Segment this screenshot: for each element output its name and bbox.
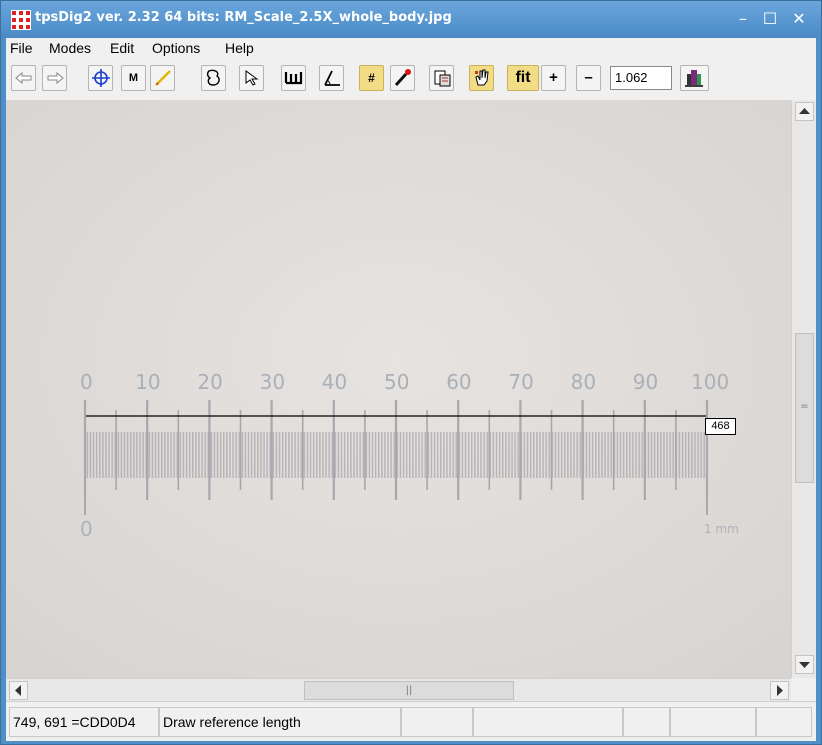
app-window: tpsDig2 ver. 2.32 64 bits: RM_Scale_2.5X… (0, 0, 822, 745)
draw-line-button[interactable] (150, 65, 175, 91)
zoom-input[interactable]: 1.062 (610, 66, 672, 90)
status-coords: 749, 691 =CDD0D4 (9, 707, 159, 737)
image-canvas[interactable]: 0 10 20 30 40 50 60 70 80 90 100 0 1 mm 468 (6, 100, 791, 678)
hand-icon (475, 69, 489, 86)
status-panel-6 (670, 707, 756, 737)
toolbar: M # fit + – 1.062 (6, 60, 816, 98)
ruler-top-label: 100 (691, 370, 729, 394)
select-button[interactable] (239, 65, 264, 91)
exit-door-icon (685, 70, 703, 87)
menu-bar: File Modes Edit Options Help (6, 38, 816, 60)
ruler-top-label: 10 (135, 370, 160, 394)
exit-button[interactable] (680, 65, 709, 91)
angle-button[interactable] (319, 65, 344, 91)
grid-button[interactable]: # (359, 65, 384, 91)
menu-help[interactable]: Help (225, 40, 254, 56)
scroll-right-button[interactable] (770, 681, 789, 700)
ruler-top-label: 20 (197, 370, 222, 394)
ruler-top-label: 90 (633, 370, 658, 394)
status-panel-5 (623, 707, 670, 737)
horizontal-scrollbar[interactable]: || (6, 678, 791, 701)
zoom-in-button[interactable]: + (541, 65, 566, 91)
maximize-button[interactable]: ☐ (758, 7, 782, 31)
status-panel-4 (473, 707, 623, 737)
clipboard-icon (434, 70, 451, 87)
crosshair-icon (92, 69, 110, 87)
window-title: tpsDig2 ver. 2.32 64 bits: RM_Scale_2.5X… (35, 10, 452, 25)
color-picker-button[interactable] (390, 65, 415, 91)
menu-modes[interactable]: Modes (49, 40, 91, 56)
next-image-button[interactable] (42, 65, 67, 91)
ruler-unit-label: 1 mm (704, 522, 739, 536)
arrow-left-icon (15, 71, 32, 85)
close-button[interactable]: ✕ (787, 7, 811, 31)
outline-icon (206, 69, 220, 86)
prev-image-button[interactable] (11, 65, 36, 91)
minimize-button[interactable]: – (731, 7, 755, 31)
horizontal-scroll-thumb[interactable]: || (304, 681, 514, 700)
client-area: File Modes Edit Options Help M # fit + –… (6, 38, 816, 741)
angle-icon (324, 70, 340, 86)
ruler-icon (284, 72, 303, 85)
arrow-right-icon (47, 71, 64, 85)
digitize-landmarks-button[interactable] (88, 65, 113, 91)
scroll-left-button[interactable] (9, 681, 28, 700)
pencil-line-icon (155, 70, 171, 86)
title-bar[interactable]: tpsDig2 ver. 2.32 64 bits: RM_Scale_2.5X… (1, 1, 821, 38)
menu-edit[interactable]: Edit (110, 40, 134, 56)
ruler-top-label: 50 (384, 370, 409, 394)
ruler-top-label: 80 (571, 370, 596, 394)
reference-length-label: 468 (705, 418, 736, 435)
status-panel-3 (401, 707, 473, 737)
menu-file[interactable]: File (10, 40, 33, 56)
vertical-scroll-thumb[interactable]: = (795, 333, 814, 483)
status-panel-7 (756, 707, 812, 737)
zoom-out-button[interactable]: – (576, 65, 601, 91)
ruler-top-label: 40 (322, 370, 347, 394)
menu-options[interactable]: Options (152, 40, 200, 56)
scroll-down-button[interactable] (795, 655, 814, 674)
scrollbar-corner (791, 678, 816, 701)
status-bar: 749, 691 =CDD0D4 Draw reference length (6, 701, 816, 741)
status-mode: Draw reference length (159, 707, 401, 737)
ruler-top-label: 0 (80, 370, 93, 394)
ruler-top-label: 30 (260, 370, 285, 394)
scale-ruler-image: 0 10 20 30 40 50 60 70 80 90 100 0 1 mm (6, 100, 791, 678)
triangle-up-icon (799, 108, 810, 114)
dropper-icon (394, 69, 411, 87)
tpsdig-app-icon (11, 10, 31, 30)
ruler-top-label: 60 (446, 370, 471, 394)
scroll-up-button[interactable] (795, 102, 814, 121)
triangle-down-icon (799, 662, 810, 668)
measure-button[interactable]: M (121, 65, 146, 91)
copy-image-button[interactable] (429, 65, 454, 91)
fit-button[interactable]: fit (507, 65, 539, 91)
triangle-left-icon (15, 685, 21, 696)
ruler-bottom-left-label: 0 (80, 517, 93, 541)
pan-button[interactable] (469, 65, 494, 91)
triangle-right-icon (777, 685, 783, 696)
ruler-top-label: 70 (508, 370, 533, 394)
scale-button[interactable] (281, 65, 306, 91)
pointer-icon (245, 70, 259, 86)
vertical-scrollbar[interactable]: = (791, 100, 816, 678)
draw-outline-button[interactable] (201, 65, 226, 91)
